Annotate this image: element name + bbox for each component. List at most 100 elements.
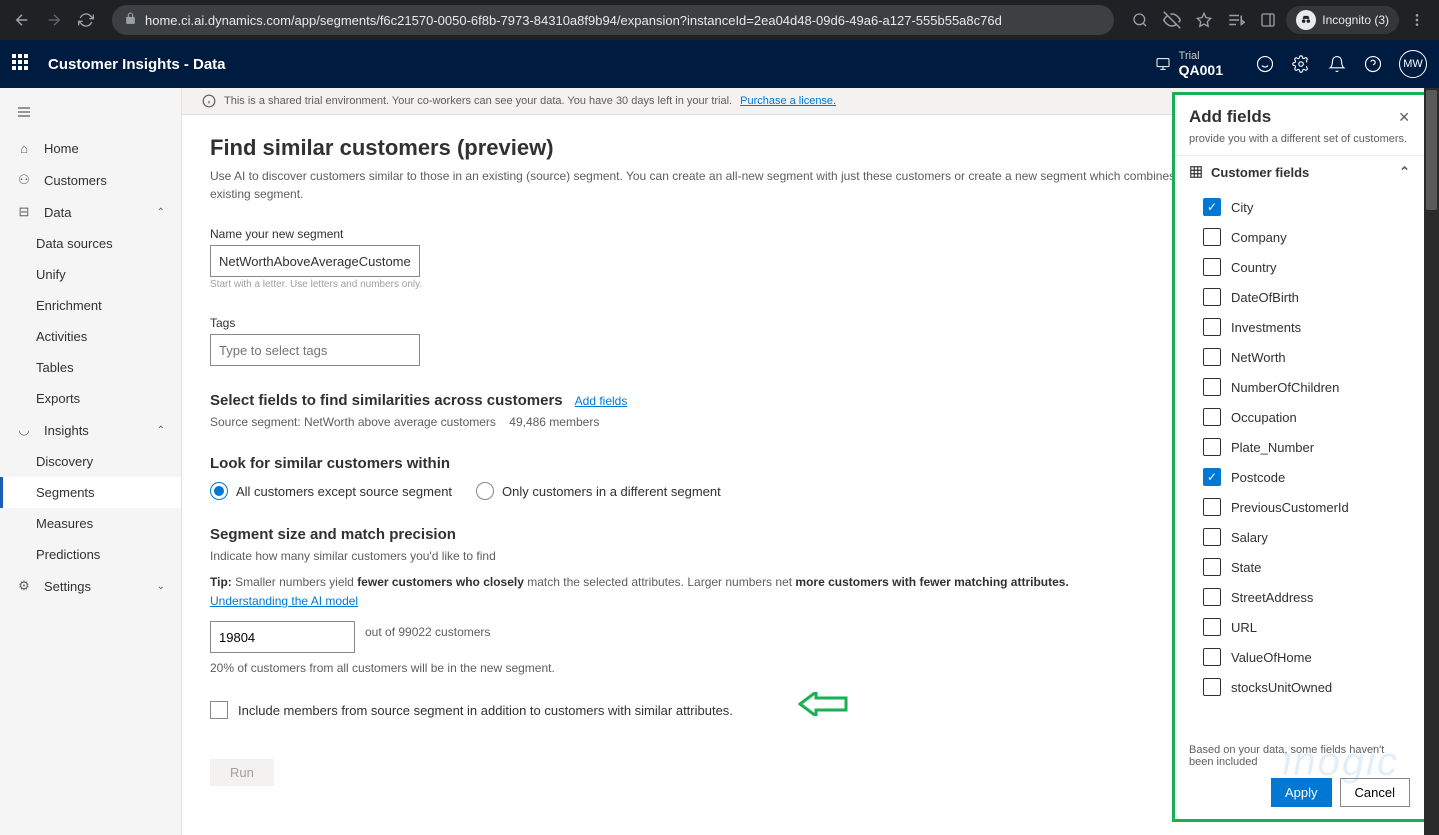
chevron-down-icon: ⌄ <box>157 581 165 592</box>
checkbox-unchecked-icon <box>1203 618 1221 636</box>
field-item-previouscustomerid[interactable]: PreviousCustomerId <box>1175 492 1424 522</box>
nav-measures[interactable]: Measures <box>0 508 181 539</box>
gear-icon: ⚙ <box>16 578 32 594</box>
nav-enrichment[interactable]: Enrichment <box>0 290 181 321</box>
field-item-numberofchildren[interactable]: NumberOfChildren <box>1175 372 1424 402</box>
field-item-networth[interactable]: NetWorth <box>1175 342 1424 372</box>
back-button[interactable] <box>8 6 36 34</box>
incognito-icon <box>1296 10 1316 30</box>
tags-input[interactable] <box>210 334 420 366</box>
field-label: ValueOfHome <box>1231 650 1312 665</box>
radio-different-segment[interactable]: Only customers in a different segment <box>476 482 721 500</box>
incognito-badge[interactable]: Incognito (3) <box>1286 6 1399 34</box>
field-label: Investments <box>1231 320 1301 335</box>
nav-settings[interactable]: ⚙ Settings ⌄ <box>0 570 181 602</box>
field-item-valueofhome[interactable]: ValueOfHome <box>1175 642 1424 672</box>
nav-tables[interactable]: Tables <box>0 352 181 383</box>
field-item-streetaddress[interactable]: StreetAddress <box>1175 582 1424 612</box>
url-text: home.ci.ai.dynamics.com/app/segments/f6c… <box>145 13 1002 28</box>
panel-title: Add fields <box>1189 107 1271 127</box>
checkbox-unchecked-icon <box>1203 438 1221 456</box>
field-item-salary[interactable]: Salary <box>1175 522 1424 552</box>
field-item-investments[interactable]: Investments <box>1175 312 1424 342</box>
nav-label: Home <box>44 141 79 156</box>
nav-activities[interactable]: Activities <box>0 321 181 352</box>
close-icon[interactable]: ✕ <box>1398 109 1410 126</box>
add-fields-link[interactable]: Add fields <box>575 394 628 408</box>
address-bar[interactable]: home.ci.ai.dynamics.com/app/segments/f6c… <box>112 5 1114 35</box>
checkbox-unchecked-icon <box>1203 588 1221 606</box>
segment-name-input[interactable] <box>210 245 420 277</box>
panel-icon[interactable] <box>1254 6 1282 34</box>
field-label: URL <box>1231 620 1257 635</box>
playlist-icon[interactable] <box>1222 6 1250 34</box>
nav-label: Settings <box>44 579 91 594</box>
checkbox-unchecked-icon <box>1203 348 1221 366</box>
field-item-company[interactable]: Company <box>1175 222 1424 252</box>
field-item-postcode[interactable]: ✓Postcode <box>1175 462 1424 492</box>
zoom-icon[interactable] <box>1126 6 1154 34</box>
field-label: stocksUnitOwned <box>1231 680 1332 695</box>
annotation-arrow-icon <box>798 692 848 716</box>
reload-button[interactable] <box>72 6 100 34</box>
apply-button[interactable]: Apply <box>1271 778 1332 807</box>
chevron-up-icon: ⌃ <box>1399 164 1410 180</box>
trial-environment[interactable]: Trial QA001 <box>1155 50 1223 78</box>
field-item-plate_number[interactable]: Plate_Number <box>1175 432 1424 462</box>
field-label: Country <box>1231 260 1277 275</box>
feedback-icon[interactable] <box>1247 46 1283 82</box>
star-icon[interactable] <box>1190 6 1218 34</box>
trial-env-name: QA001 <box>1179 62 1223 78</box>
nav-label: Customers <box>44 173 107 188</box>
run-button[interactable]: Run <box>210 759 274 786</box>
user-avatar[interactable]: MW <box>1399 50 1427 78</box>
field-item-occupation[interactable]: Occupation <box>1175 402 1424 432</box>
field-label: Plate_Number <box>1231 440 1314 455</box>
nav-data-sources[interactable]: Data sources <box>0 228 181 259</box>
cancel-button[interactable]: Cancel <box>1340 778 1410 807</box>
checkbox-checked-icon: ✓ <box>1203 468 1221 486</box>
purchase-license-link[interactable]: Purchase a license. <box>740 95 836 107</box>
field-label: Occupation <box>1231 410 1297 425</box>
field-list: ✓CityCompanyCountryDateOfBirthInvestment… <box>1175 188 1424 736</box>
nav-exports[interactable]: Exports <box>0 383 181 414</box>
field-item-url[interactable]: URL <box>1175 612 1424 642</box>
field-item-city[interactable]: ✓City <box>1175 192 1424 222</box>
nav-data[interactable]: ⊟Data⌃ <box>0 196 181 228</box>
nav-label: Tables <box>36 360 74 375</box>
checkbox-unchecked-icon <box>210 701 228 719</box>
field-label: Company <box>1231 230 1287 245</box>
nav-customers[interactable]: ⚇Customers <box>0 164 181 196</box>
nav-label: Insights <box>44 423 89 438</box>
understanding-ai-link[interactable]: Understanding the AI model <box>210 594 358 608</box>
nav-label: Predictions <box>36 547 100 562</box>
table-icon <box>1189 165 1203 179</box>
field-item-dateofbirth[interactable]: DateOfBirth <box>1175 282 1424 312</box>
field-label: City <box>1231 200 1253 215</box>
nav-label: Exports <box>36 391 80 406</box>
nav-label: Measures <box>36 516 93 531</box>
field-item-state[interactable]: State <box>1175 552 1424 582</box>
scrollbar-thumb[interactable] <box>1426 90 1437 210</box>
customer-fields-section[interactable]: Customer fields ⌃ <box>1175 155 1424 188</box>
segment-size-input[interactable] <box>210 621 355 653</box>
field-label: NumberOfChildren <box>1231 380 1339 395</box>
menu-icon[interactable] <box>1403 6 1431 34</box>
notifications-icon[interactable] <box>1319 46 1355 82</box>
checkbox-label: Include members from source segment in a… <box>238 703 733 718</box>
nav-discovery[interactable]: Discovery <box>0 446 181 477</box>
nav-home[interactable]: ⌂Home <box>0 133 181 164</box>
forward-button[interactable] <box>40 6 68 34</box>
nav-insights[interactable]: ◡Insights⌃ <box>0 414 181 446</box>
settings-icon[interactable] <box>1283 46 1319 82</box>
radio-all-customers[interactable]: All customers except source segment <box>210 482 452 500</box>
field-item-stocksunitowned[interactable]: stocksUnitOwned <box>1175 672 1424 702</box>
field-item-country[interactable]: Country <box>1175 252 1424 282</box>
app-launcher-icon[interactable] <box>12 54 32 74</box>
eye-off-icon[interactable] <box>1158 6 1186 34</box>
nav-unify[interactable]: Unify <box>0 259 181 290</box>
nav-segments[interactable]: Segments <box>0 477 181 508</box>
help-icon[interactable] <box>1355 46 1391 82</box>
nav-predictions[interactable]: Predictions <box>0 539 181 570</box>
sidebar-toggle[interactable] <box>0 96 181 133</box>
